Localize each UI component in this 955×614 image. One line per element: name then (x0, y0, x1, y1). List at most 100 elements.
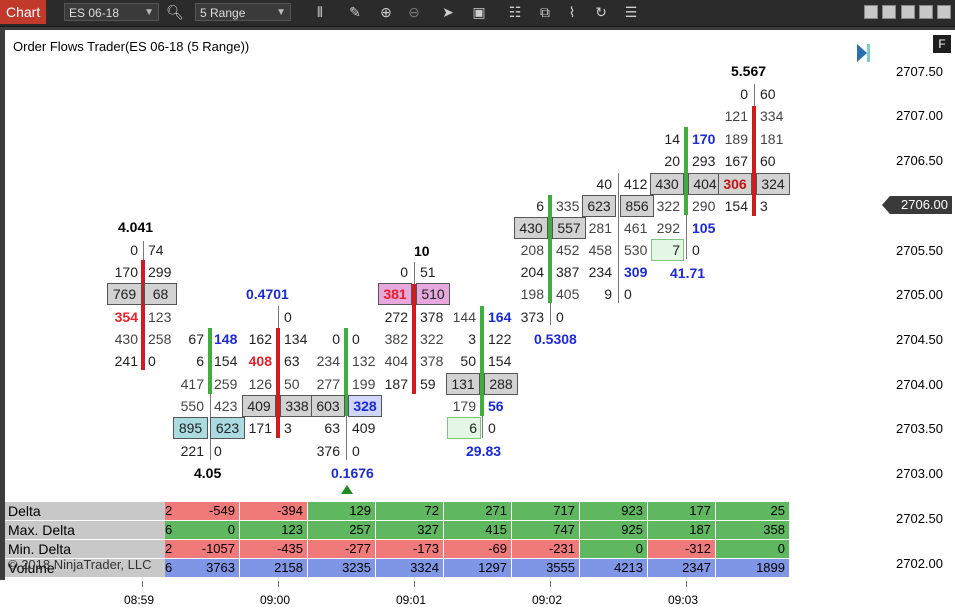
panel-cell: -1057 (172, 540, 240, 558)
candle-bar[interactable] (480, 306, 484, 416)
reload-icon[interactable]: ↻ (592, 3, 610, 21)
y-tick: 2702.50 (896, 511, 943, 526)
panel-cell: 123 (240, 521, 308, 539)
templates-icon[interactable]: ⧉ (536, 3, 554, 21)
interval-selector[interactable]: 5 Range ▼ (195, 3, 291, 21)
candle-wick (143, 241, 144, 260)
bid-cell: 189 (724, 131, 748, 147)
ask-cell: 338 (280, 395, 314, 417)
ask-cell: 0 (352, 443, 360, 459)
panel-cell: 3555 (512, 559, 580, 577)
candle-bar[interactable] (276, 328, 280, 438)
pointer-icon[interactable]: ➤ (439, 3, 457, 21)
bid-cell: 404 (384, 353, 408, 369)
ask-cell: 60 (760, 86, 776, 102)
delta-row: Delta 2 -549 -394 129 72 271 717 923 177… (5, 502, 790, 520)
pencil-icon[interactable]: ✎ (346, 3, 364, 21)
x-tick: 08:59 (124, 593, 155, 607)
panel-cell: 0 (716, 540, 790, 558)
y-tick: 2705.00 (896, 287, 943, 302)
bid-cell: 417 (180, 376, 204, 392)
bid-cell: 14 (664, 131, 680, 147)
ask-cell: 0 (214, 443, 222, 459)
list-icon[interactable]: ☰ (622, 3, 640, 21)
ask-cell: 299 (148, 264, 172, 280)
y-tick: 2703.50 (896, 421, 943, 436)
bid-cell: 126 (248, 376, 272, 392)
ask-cell: 51 (420, 264, 436, 280)
ask-cell: 510 (416, 283, 450, 305)
panel-cell: 717 (512, 502, 580, 520)
ask-cell: 409 (352, 420, 376, 436)
candle-wick (278, 306, 279, 328)
tile-2-icon[interactable] (882, 5, 896, 19)
candle-bar[interactable] (548, 195, 552, 303)
panel-cell: 1297 (444, 559, 512, 577)
bar-label: 41.71 (670, 265, 706, 281)
bid-cell: 63 (324, 420, 340, 436)
bid-cell: 179 (452, 398, 476, 414)
ask-cell: 105 (692, 220, 716, 236)
candle-bar[interactable] (208, 328, 212, 394)
panel-cell: 747 (512, 521, 580, 539)
maximize-button[interactable] (919, 5, 933, 19)
bid-cell: 0 (130, 242, 138, 258)
x-tick-mark (686, 581, 687, 587)
bid-cell: 208 (520, 242, 544, 258)
candle-bar[interactable] (752, 106, 756, 216)
bid-cell: 167 (724, 153, 748, 169)
bid-cell: 603 (311, 395, 345, 417)
instrument-value: ES 06-18 (69, 6, 120, 20)
candle-bar[interactable] (412, 284, 416, 394)
y-tick: 2707.00 (896, 108, 943, 123)
bid-cell: 381 (378, 283, 412, 305)
panel-cell: 271 (444, 502, 512, 520)
strategy-icon[interactable]: ⌇ (563, 3, 581, 21)
ask-cell: 423 (214, 398, 238, 414)
panel-cell: 2 (165, 502, 172, 520)
f-button[interactable]: F (933, 35, 951, 53)
panel-cell: 3324 (376, 559, 444, 577)
bid-cell: 171 (248, 420, 272, 436)
bid-cell: 408 (248, 353, 272, 369)
panel-cell: -312 (648, 540, 716, 558)
y-tick: 2703.00 (896, 466, 943, 481)
zoom-in-icon[interactable]: ⊕ (377, 3, 395, 21)
x-tick: 09:03 (668, 593, 699, 607)
panel-cell: 0 (580, 540, 648, 558)
scroll-to-end-icon[interactable] (855, 42, 872, 64)
ask-cell: 0 (624, 286, 632, 302)
zoom-out-icon[interactable]: ⊖ (405, 3, 423, 21)
panel-cell: 25 (716, 502, 790, 520)
candle-bar[interactable] (684, 127, 688, 215)
data-box-icon[interactable]: ▣ (470, 3, 488, 21)
y-tick: 2706.50 (896, 153, 943, 168)
bid-cell: 382 (384, 331, 408, 347)
candle-bar[interactable] (141, 260, 145, 370)
ask-cell: 3 (760, 198, 768, 214)
panel-cell: 1899 (716, 559, 790, 577)
candle-bar[interactable] (344, 328, 348, 416)
y-tick: 2702.00 (896, 556, 943, 571)
tile-icon[interactable] (864, 5, 878, 19)
bid-cell: 430 (114, 331, 138, 347)
bid-cell: 121 (724, 108, 748, 124)
y-tick: 2707.50 (896, 64, 943, 79)
bid-cell: 6 (447, 417, 481, 439)
panel-cell: 129 (308, 502, 376, 520)
bid-cell: 0 (740, 86, 748, 102)
bar-style-icon[interactable]: ⫴ (311, 3, 329, 21)
chevron-down-icon: ▼ (276, 7, 286, 18)
bid-cell: 170 (114, 264, 138, 280)
search-icon[interactable]: 🔍︎ (166, 3, 184, 21)
close-button[interactable] (937, 5, 951, 19)
ask-cell: 68 (144, 283, 177, 305)
x-tick: 09:01 (396, 593, 427, 607)
ask-cell: 122 (488, 331, 512, 347)
instrument-selector[interactable]: ES 06-18 ▼ (64, 3, 159, 21)
row-label: Max. Delta (5, 521, 165, 539)
properties-icon[interactable]: ☷ (506, 3, 524, 21)
minimize-button[interactable] (901, 5, 915, 19)
chart-tab[interactable]: Chart (0, 0, 47, 24)
panel-cell: 3763 (172, 559, 240, 577)
